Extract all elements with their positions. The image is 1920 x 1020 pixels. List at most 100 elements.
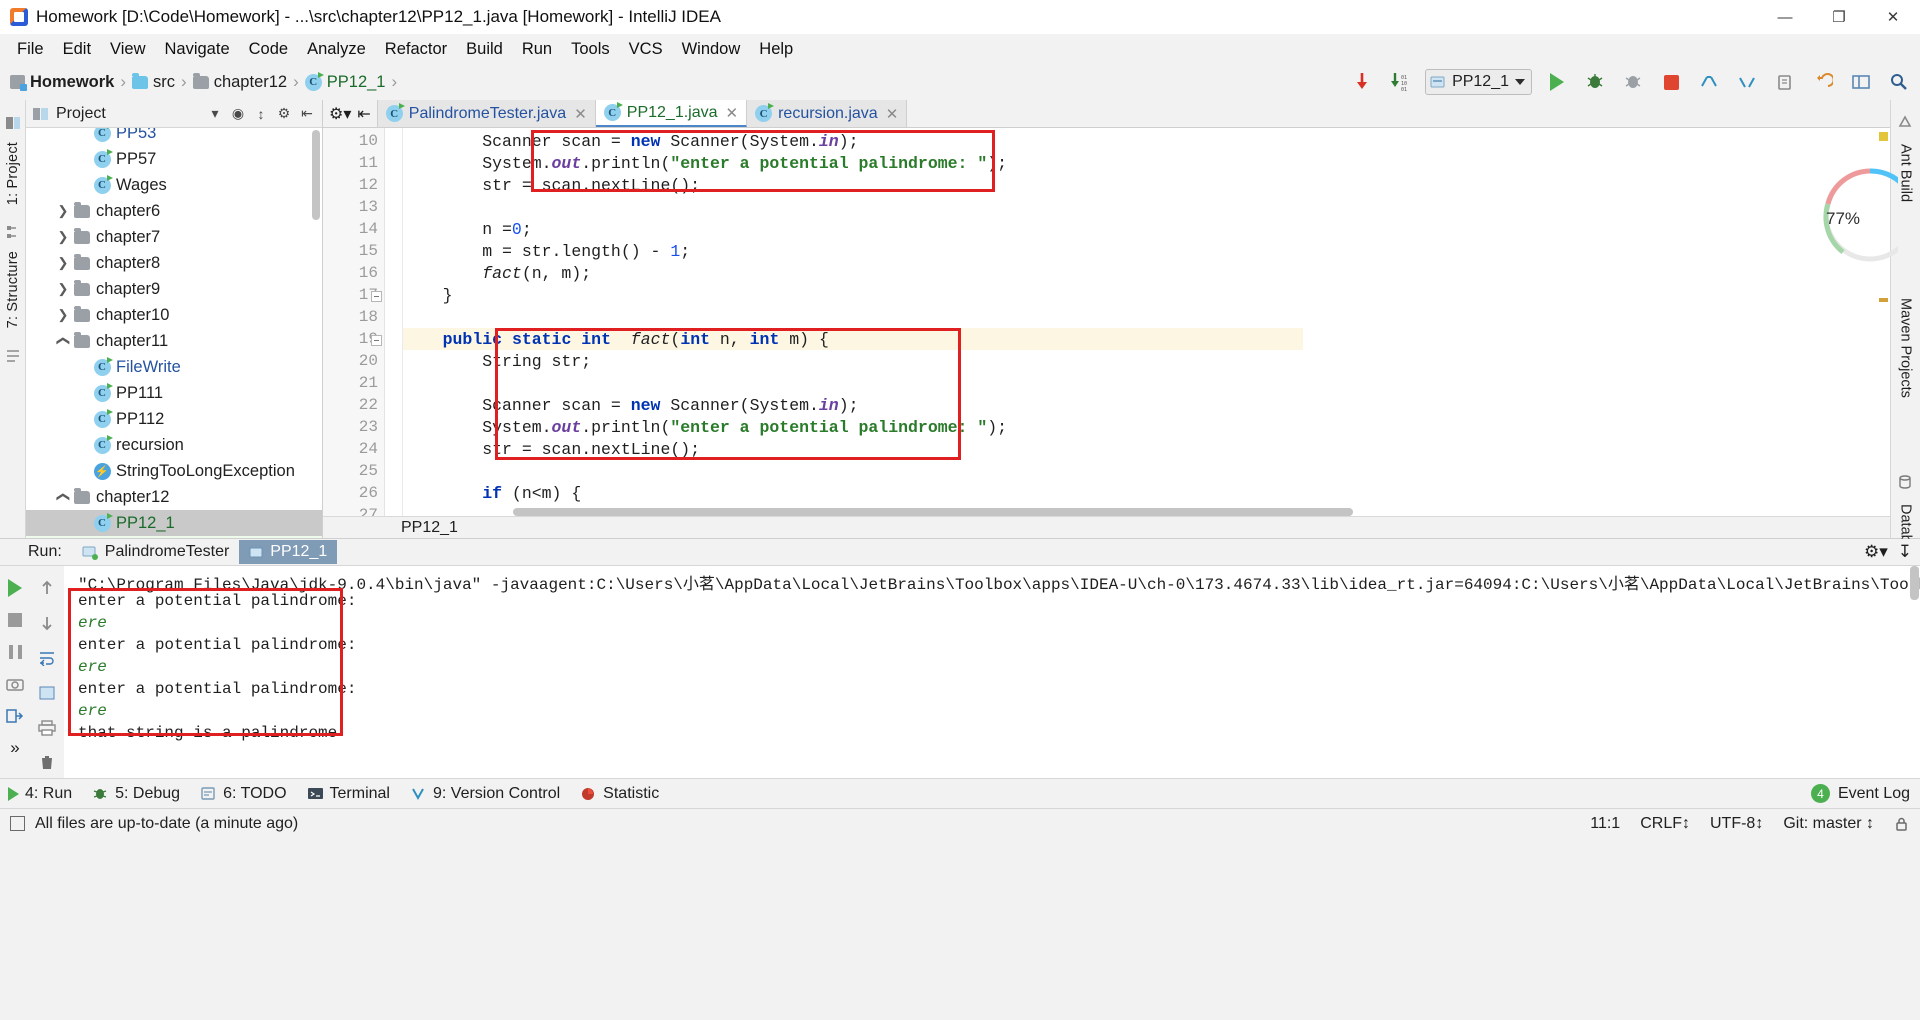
settings-icon[interactable]: ⚙ [275,105,293,123]
tree-node-pp53[interactable]: C PP53 [26,128,322,146]
soft-wrap-button[interactable] [36,647,58,668]
tree-node-chapter11[interactable]: ❮ chapter11 [26,328,322,354]
maximize-button[interactable]: ❐ [1812,0,1866,34]
close-icon[interactable]: ✕ [726,104,739,122]
editor-horizontal-scrollbar[interactable] [513,508,1353,516]
tree-node-stringtoolongexception[interactable]: ⚡ StringTooLongException [26,458,322,484]
sidebar-item-project[interactable]: 1: Project [5,142,21,205]
sidebar-item-maven-projects[interactable]: Maven Projects [1898,298,1914,398]
tree-node-recursion[interactable]: Crecursion [26,432,322,458]
code-line[interactable]: str = scan.nextLine(); [403,176,700,195]
menu-window[interactable]: Window [673,37,750,62]
tool-window-terminal[interactable]: Terminal [307,785,390,803]
menu-edit[interactable]: Edit [54,37,100,62]
menu-view[interactable]: View [101,37,154,62]
run-configuration-selector[interactable]: PP12_1 [1425,69,1532,95]
menu-code[interactable]: Code [240,37,297,62]
vcs-update-button[interactable] [1696,69,1722,95]
tree-node-pp12-1[interactable]: C PP12_1 [26,510,322,536]
rerun-button[interactable] [4,577,26,599]
tree-node-chapter8[interactable]: ❯ chapter8 [26,250,322,276]
code-line[interactable]: } [403,286,453,305]
run-button[interactable] [1544,69,1570,95]
code-line[interactable]: Scanner scan = new Scanner(System.in); [403,396,858,415]
warning-marker[interactable] [1879,132,1888,141]
menu-file[interactable]: File [8,37,53,62]
gear-icon[interactable]: ⚙▾ [1864,542,1888,562]
code-line[interactable]: m = str.length() - 1; [403,242,690,261]
undo-button[interactable] [1810,69,1836,95]
editor-gutter[interactable]: 10111213141516171819202122232425262728 [323,128,385,516]
project-tree-scrollbar[interactable] [312,130,320,220]
project-tree[interactable]: C PP53 C PP57 C Wages ❯ chapter6 ❯ chapter7 ❯ chapt… [26,128,322,538]
chevron-down-icon[interactable]: ▾ [206,105,224,123]
tool-window-debug[interactable]: 5: Debug [92,785,180,803]
tree-node-chapter10[interactable]: ❯ chapter10 [26,302,322,328]
chevron-right-icon[interactable]: ❯ [54,203,72,219]
tree-node-pp111[interactable]: C PP111 [26,380,322,406]
scroll-down-button[interactable] [36,612,58,633]
search-icon[interactable] [1886,69,1912,95]
tree-node-chapter12[interactable]: ❮ chapter12 [26,484,322,510]
close-button[interactable]: ✕ [1866,0,1920,34]
pause-button[interactable] [4,641,26,663]
menu-help[interactable]: Help [750,37,802,62]
export-icon[interactable]: ↧ [1898,542,1912,562]
scroll-up-button[interactable] [36,577,58,598]
sidebar-item-ant-build[interactable]: Ant Build [1898,144,1914,202]
camera-button[interactable] [4,673,26,695]
chevron-right-icon[interactable]: ❯ [54,229,72,245]
menu-analyze[interactable]: Analyze [298,37,375,62]
more-button[interactable]: » [4,737,26,759]
event-log-area[interactable]: 4 Event Log [1810,784,1910,803]
print-button[interactable] [36,717,58,738]
stop-button[interactable] [4,609,26,631]
sidebar-item-structure[interactable]: 7: Structure [5,251,21,328]
menu-run[interactable]: Run [513,37,561,62]
code-line[interactable]: fact(n, m); [403,264,591,283]
commit-icon[interactable]: 01 10 01 [1387,69,1413,95]
exit-button[interactable] [4,705,26,727]
tool-window-version-control[interactable]: 9: Version Control [410,785,560,803]
tab-pp12-1[interactable]: C PP12_1.java ✕ [595,100,748,127]
layout-button[interactable] [1848,69,1874,95]
scroll-to-end-button[interactable] [36,682,58,703]
lock-icon[interactable] [1894,816,1910,832]
chevron-down-icon[interactable]: ❮ [54,489,72,505]
collapse-all-icon[interactable]: ↕ [252,105,270,123]
menu-vcs[interactable]: VCS [620,37,672,62]
tool-window-statistic[interactable]: Statistic [580,785,659,803]
vcs-commit-button[interactable] [1734,69,1760,95]
debug-button[interactable] [1582,69,1608,95]
tree-node-chapter6[interactable]: ❯ chapter6 [26,198,322,224]
editor-breadcrumb[interactable]: PP12_1 [323,516,1890,538]
tool-window-todo[interactable]: 6: TODO [200,785,287,803]
menu-refactor[interactable]: Refactor [376,37,456,62]
breadcrumb-pp12-1[interactable]: C PP12_1 [304,71,385,92]
run-tab-palindrometester[interactable]: PalindromeTester [72,540,240,564]
code-line[interactable]: System.out.println("enter a potential pa… [403,154,1007,173]
breadcrumb-src[interactable]: src [132,72,175,92]
console-output[interactable]: "C:\Program Files\Java\jdk-9.0.4\bin\jav… [64,566,1920,778]
tree-node-chapter7[interactable]: ❯ chapter7 [26,224,322,250]
chevron-down-icon[interactable]: ❮ [54,333,72,349]
code-line[interactable]: str = scan.nextLine(); [403,440,700,459]
menu-navigate[interactable]: Navigate [156,37,239,62]
hide-panel-icon[interactable]: ⇤ [298,105,316,123]
code-line[interactable]: public static int fact(int n, int m) { [403,330,829,349]
stop-button[interactable] [1658,69,1684,95]
caret-position[interactable]: 11:1 [1590,815,1620,833]
close-icon[interactable]: ✕ [886,105,899,123]
chevron-right-icon[interactable]: ❯ [54,255,72,271]
locate-icon[interactable]: ◉ [229,105,247,123]
menu-tools[interactable]: Tools [562,37,619,62]
code-text-area[interactable]: Scanner scan = new Scanner(System.in); S… [403,128,1876,516]
code-line[interactable]: System.out.println("enter a potential pa… [403,418,1007,437]
code-fold-icon[interactable] [371,335,382,346]
breadcrumb-chapter12[interactable]: chapter12 [192,72,287,92]
editor-body[interactable]: 10111213141516171819202122232425262728 S… [323,128,1890,516]
trash-button[interactable] [36,752,58,773]
minimize-button[interactable]: — [1758,0,1812,34]
tree-node-filewrite[interactable]: C FileWrite [26,354,322,380]
tree-node-pp57[interactable]: C PP57 [26,146,322,172]
